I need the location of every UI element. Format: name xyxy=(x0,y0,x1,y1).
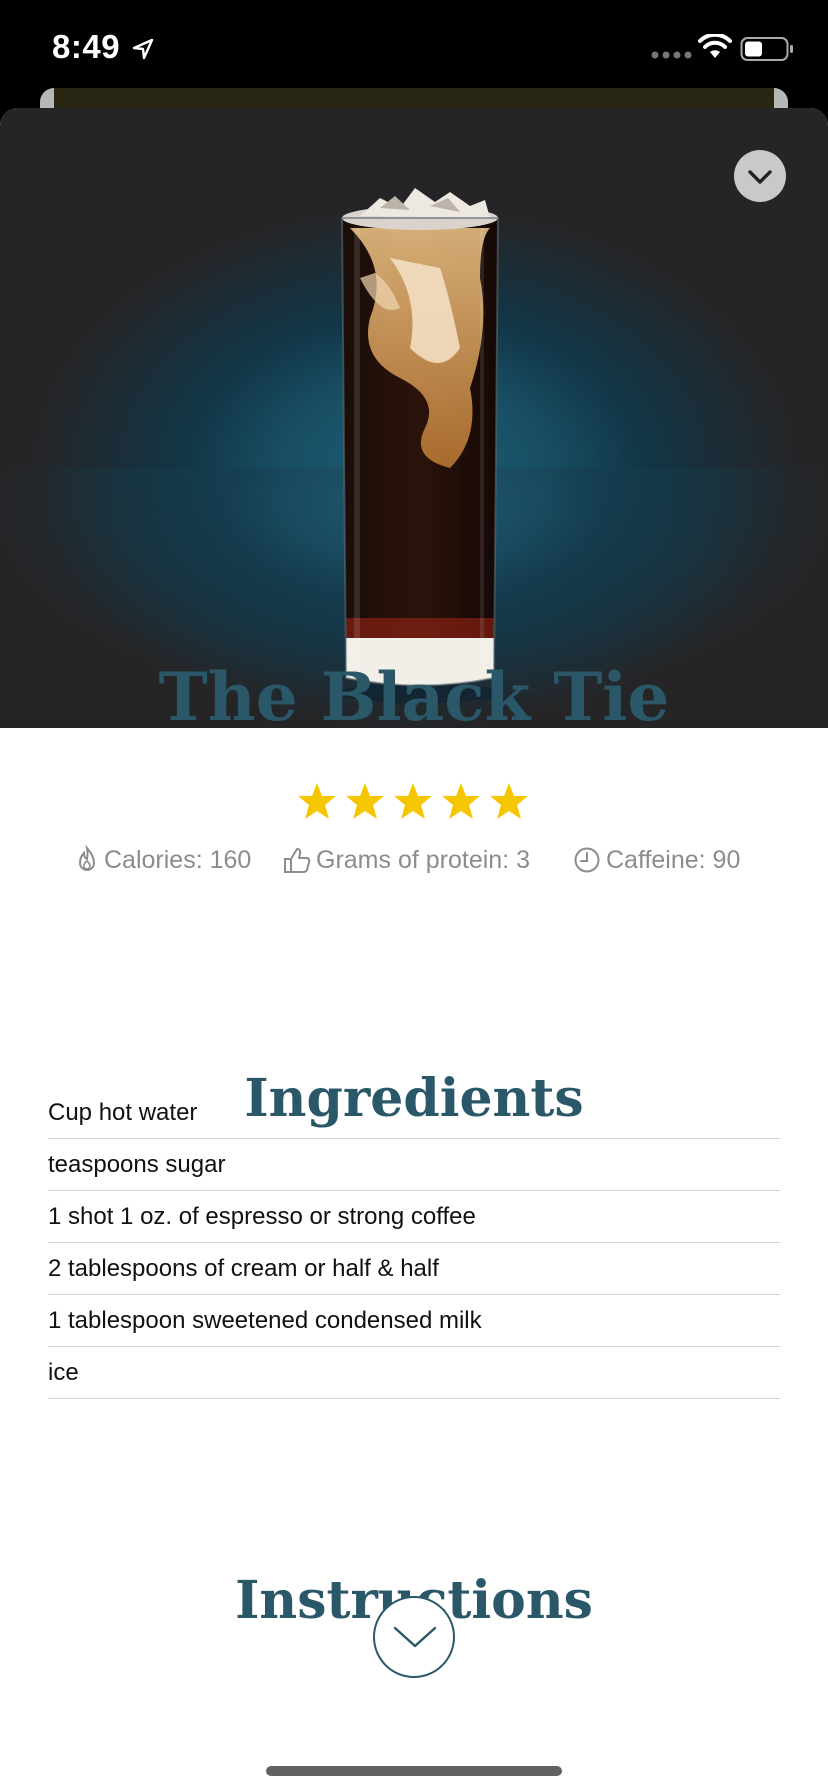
status-time: 8:49 xyxy=(52,28,121,65)
status-bar: 8:49 xyxy=(0,0,828,100)
list-item: 1 shot 1 oz. of espresso or strong coffe… xyxy=(48,1191,780,1243)
cellular-signal-icon xyxy=(651,51,692,59)
clock-icon xyxy=(574,847,600,873)
chevron-down-icon xyxy=(748,170,772,184)
stat-protein: Grams of protein: 3 xyxy=(282,840,530,880)
calories-label: Calories: 160 xyxy=(104,845,252,874)
list-item: ice xyxy=(48,1347,780,1399)
stat-caffeine: Caffeine: 90 xyxy=(572,840,740,880)
list-item: 1 tablespoon sweetened condensed milk xyxy=(48,1295,780,1347)
protein-label: Grams of protein: 3 xyxy=(316,845,530,874)
location-arrow-icon xyxy=(132,38,154,60)
star-icon xyxy=(346,783,384,819)
recipe-sheet xyxy=(0,108,828,1792)
wifi-icon xyxy=(698,34,732,58)
thumbs-up-icon xyxy=(284,848,311,873)
list-item: teaspoons sugar xyxy=(48,1139,780,1191)
list-item: 2 tablespoons of cream or half & half xyxy=(48,1243,780,1295)
star-icon xyxy=(298,783,336,819)
iced-coffee-image xyxy=(338,188,502,703)
expand-instructions-button[interactable] xyxy=(373,1596,455,1678)
home-indicator[interactable] xyxy=(266,1766,562,1776)
list-item: Cup hot water xyxy=(48,1087,780,1139)
recipe-title: The Black Tie xyxy=(158,658,670,736)
rating-stars xyxy=(296,780,536,824)
hero-image xyxy=(0,108,828,728)
star-icon xyxy=(490,783,528,819)
star-icon xyxy=(394,783,432,819)
stat-calories: Calories: 160 xyxy=(74,840,251,880)
flame-icon xyxy=(78,845,96,871)
caffeine-label: Caffeine: 90 xyxy=(606,845,741,874)
nutrition-stats: Calories: 160 Grams of protein: 3 Caffei… xyxy=(0,840,828,880)
collapse-button[interactable] xyxy=(734,150,786,202)
ingredients-list: Cup hot water teaspoons sugar 1 shot 1 o… xyxy=(48,1087,780,1399)
star-icon xyxy=(442,783,480,819)
battery-icon xyxy=(740,37,793,61)
chevron-down-icon xyxy=(393,1626,437,1648)
